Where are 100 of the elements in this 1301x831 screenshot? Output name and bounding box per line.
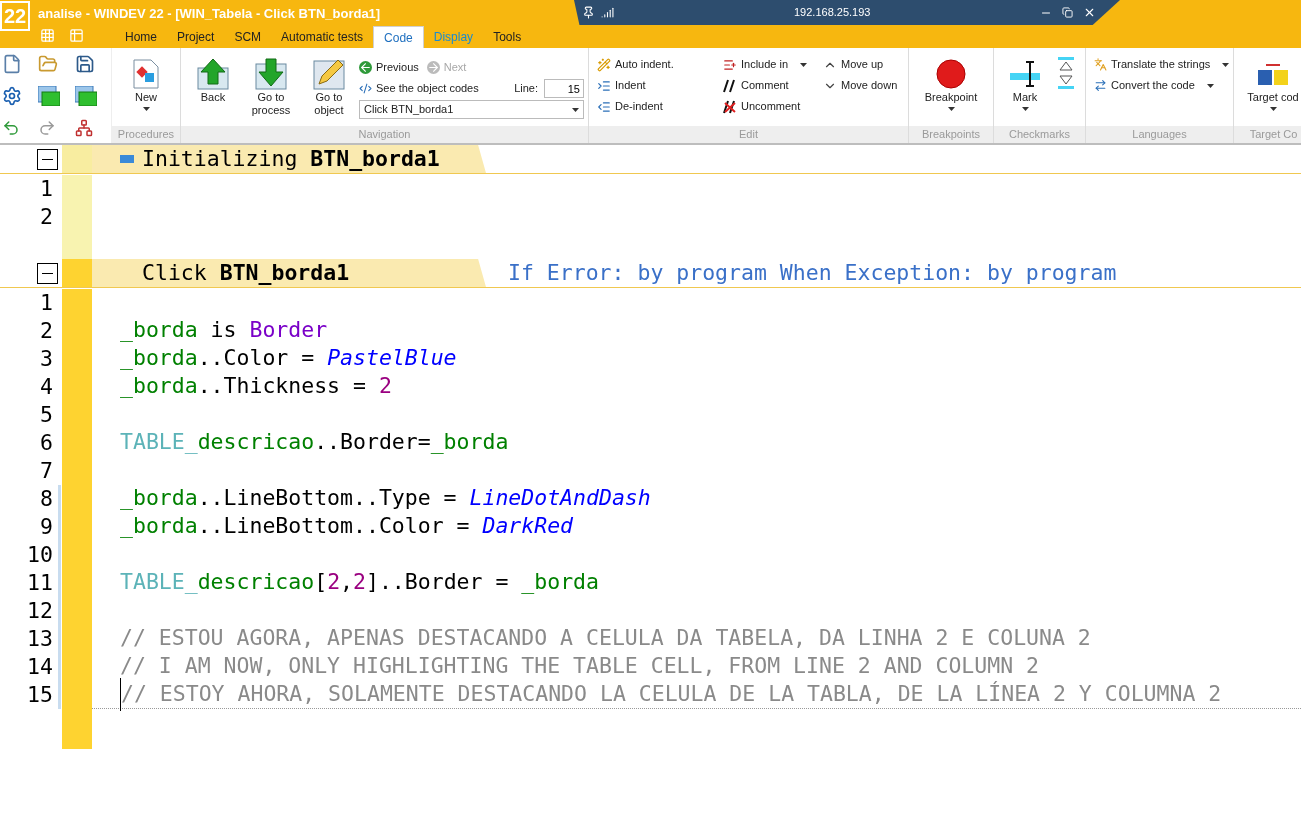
line-number: 8 (39, 485, 54, 513)
collapse-toggle[interactable] (37, 262, 58, 284)
code-line: TABLE_descricao..Border=_borda (119, 429, 510, 457)
object-dropdown[interactable]: Click BTN_borda1 (359, 100, 584, 119)
line-number: 9 (39, 513, 54, 541)
tree-icon[interactable] (74, 118, 93, 137)
ribbon-button[interactable]: Breakpoint (913, 57, 989, 111)
ribbon-button[interactable]: Move up (823, 54, 913, 75)
ribbon-button[interactable]: Previous (359, 57, 419, 78)
up-arrow-icon (197, 58, 229, 90)
wand-icon (597, 57, 611, 72)
restore-icon[interactable] (1062, 7, 1074, 18)
code-line: // I AM NOW, ONLY HIGHLIGHTING THE TABLE CELL, FROM LINE 2 AND COLUMN 2 (119, 653, 1041, 681)
code-icon (359, 82, 372, 95)
previous-icon (359, 61, 372, 74)
ribbon-button[interactable]: See the object codes (359, 78, 479, 99)
ribbon-button[interactable]: De-indent (597, 96, 723, 117)
code-line: _borda..Thickness = 2 (119, 373, 393, 401)
code-line: // ESTOY AHORA, SOLAMENTE DESTACANDO LA CELULA DE LA TABLA, DE LA LÍNEA 2 Y COLUMNA 2 (92, 681, 1301, 709)
group-label: Navigation (181, 126, 588, 143)
save-icon[interactable] (74, 54, 95, 74)
ribbon-button[interactable]: Comment (723, 75, 823, 96)
code-line: _borda is Border (119, 317, 329, 345)
window-title: analise - WINDEV 22 - [WIN_Tabela - Click BTN_borda1] (38, 5, 381, 23)
ribbon-tab[interactable]: Home (115, 26, 167, 48)
ribbon-tab[interactable]: SCM (224, 26, 272, 48)
caret-icon (1206, 83, 1214, 88)
section-header: Initializing BTN_borda1 (92, 145, 486, 173)
line-number: 2 (39, 203, 54, 231)
window-stack-icon (74, 86, 97, 107)
collapse-toggle[interactable] (37, 148, 58, 170)
line-number: 13 (26, 625, 54, 653)
indent-icon (597, 78, 611, 93)
group-label: Checkmarks (994, 126, 1085, 143)
line-number: 4 (39, 373, 54, 401)
ribbon-button[interactable]: Auto indent. (597, 54, 723, 75)
line-number: 11 (26, 569, 54, 597)
deindent-icon (597, 99, 611, 114)
code-line: TABLE_descricao[2,2]..Border = _borda (119, 569, 600, 597)
mark-icon (1010, 61, 1040, 87)
ribbon-button[interactable]: Indent (597, 75, 723, 96)
line-label: Line: (514, 81, 538, 97)
line-number: 3 (39, 345, 54, 373)
redo-icon[interactable] (38, 118, 57, 137)
ribbon-button[interactable]: Include in (723, 54, 823, 75)
settings-icon[interactable] (2, 86, 22, 107)
line-number: 12 (26, 597, 54, 625)
window-stack-icon (38, 86, 61, 107)
caret-icon (1222, 62, 1230, 67)
next-icon (426, 61, 440, 74)
caret-icon (1269, 107, 1277, 111)
ribbon-button[interactable]: Convert the code (1094, 75, 1230, 96)
undo-icon[interactable] (2, 118, 20, 137)
code-line: // ESTOU AGORA, APENAS DESTACANDO A CELULA DA TABELA, DA LINHA 2 E COLUNA 2 (119, 625, 1092, 653)
list-icon (723, 57, 737, 72)
section-note: If Error: by program When Exception: by program (508, 258, 1117, 287)
ribbon-button[interactable]: Mark (998, 57, 1052, 111)
ribbon-button[interactable]: Go to object (301, 57, 357, 117)
ribbon-button[interactable]: Move down (823, 75, 913, 96)
line-number: 10 (26, 541, 54, 569)
ribbon-button[interactable]: New (116, 57, 176, 111)
button-control-icon (120, 155, 134, 163)
line-field[interactable]: 15 (544, 79, 584, 98)
caret-icon (1021, 107, 1029, 111)
pencil-icon (313, 58, 345, 90)
next-mark-icon[interactable] (1058, 75, 1074, 89)
ribbon-tab[interactable]: Tools (483, 26, 532, 48)
ribbon-button[interactable]: Back (185, 57, 241, 117)
signal-icon (601, 6, 614, 19)
down-arrow-icon (255, 58, 287, 90)
group-label: Breakpoints (909, 126, 993, 143)
line-number: 7 (39, 457, 54, 485)
caret-icon (947, 107, 955, 111)
caret-icon (800, 62, 808, 67)
line-number: 14 (26, 653, 54, 681)
target-code-icon (1258, 62, 1288, 86)
ribbon-button[interactable]: Translate the strings (1094, 54, 1230, 75)
app-logo: 22 (0, 1, 30, 31)
code-line: _borda..LineBottom..Type = LineDotAndDash (119, 485, 652, 513)
line-number: 15 (26, 681, 54, 709)
line-number: 6 (39, 429, 54, 457)
ribbon-button[interactable]: Uncomment (723, 96, 823, 117)
pin-icon[interactable] (582, 6, 595, 19)
convert-icon (1094, 79, 1107, 92)
new-procedure-icon (133, 59, 159, 89)
ribbon-tab[interactable]: Code (373, 26, 424, 48)
line-number: 2 (39, 317, 54, 345)
group-label: Target Co (1234, 126, 1301, 143)
ribbon-button[interactable]: Target cod (1238, 57, 1301, 111)
translate-icon (1094, 58, 1107, 71)
previous-mark-icon[interactable] (1058, 57, 1074, 71)
ribbon-tab[interactable]: Automatic tests (271, 26, 374, 48)
ribbon-tab[interactable]: Project (167, 26, 225, 48)
breakpoint-icon (936, 59, 966, 89)
ribbon-button[interactable]: Go to process (243, 57, 299, 117)
section-header: Click BTN_borda1 (92, 259, 486, 287)
new-file-icon[interactable] (2, 54, 22, 74)
open-folder-icon[interactable] (38, 54, 59, 74)
code-line: _borda..LineBottom..Color = DarkRed (119, 513, 575, 541)
group-label: Procedures (112, 126, 180, 143)
